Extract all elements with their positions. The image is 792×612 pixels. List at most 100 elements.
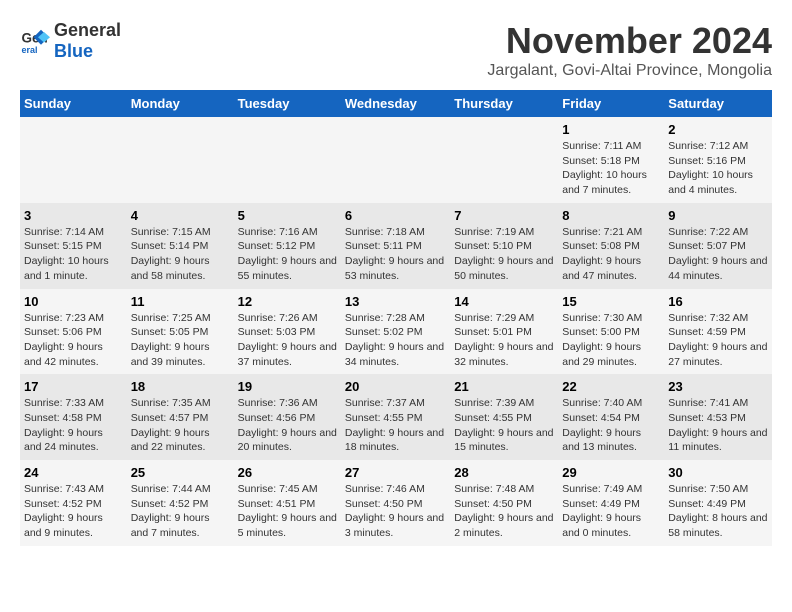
- table-cell: 26 Sunrise: 7:45 AM Sunset: 4:51 PM Dayli…: [234, 460, 341, 546]
- day-info: Sunrise: 7:40 AM Sunset: 4:54 PM Dayligh…: [562, 396, 660, 455]
- day-number: 15: [562, 294, 660, 309]
- day-info: Sunrise: 7:37 AM Sunset: 4:55 PM Dayligh…: [345, 396, 446, 455]
- day-info: Sunrise: 7:48 AM Sunset: 4:50 PM Dayligh…: [454, 482, 554, 541]
- day-number: 12: [238, 294, 337, 309]
- table-cell: 28 Sunrise: 7:48 AM Sunset: 4:50 PM Dayli…: [450, 460, 558, 546]
- table-cell: 23 Sunrise: 7:41 AM Sunset: 4:53 PM Dayli…: [664, 374, 772, 460]
- day-number: 26: [238, 465, 337, 480]
- day-number: 24: [24, 465, 123, 480]
- day-number: 21: [454, 379, 554, 394]
- day-info: Sunrise: 7:49 AM Sunset: 4:49 PM Dayligh…: [562, 482, 660, 541]
- table-cell: 18 Sunrise: 7:35 AM Sunset: 4:57 PM Dayli…: [127, 374, 234, 460]
- day-number: 13: [345, 294, 446, 309]
- table-cell: 16 Sunrise: 7:32 AM Sunset: 4:59 PM Dayli…: [664, 289, 772, 375]
- day-info: Sunrise: 7:45 AM Sunset: 4:51 PM Dayligh…: [238, 482, 337, 541]
- table-cell: 1Sunrise: 7:11 AM Sunset: 5:18 PM Daylig…: [558, 117, 664, 203]
- table-cell: 17Sunrise: 7:33 AM Sunset: 4:58 PM Dayli…: [20, 374, 127, 460]
- day-number: 7: [454, 208, 554, 223]
- day-number: 5: [238, 208, 337, 223]
- table-cell: 27 Sunrise: 7:46 AM Sunset: 4:50 PM Dayli…: [341, 460, 450, 546]
- day-info: Sunrise: 7:30 AM Sunset: 5:00 PM Dayligh…: [562, 311, 660, 370]
- logo: Gen eral General Blue: [20, 20, 121, 62]
- day-info: Sunrise: 7:25 AM Sunset: 5:05 PM Dayligh…: [131, 311, 230, 370]
- day-info: Sunrise: 7:18 AM Sunset: 5:11 PM Dayligh…: [345, 225, 446, 284]
- table-cell: [234, 117, 341, 203]
- day-number: 14: [454, 294, 554, 309]
- day-number: 4: [131, 208, 230, 223]
- table-cell: 29 Sunrise: 7:49 AM Sunset: 4:49 PM Dayli…: [558, 460, 664, 546]
- header-saturday: Saturday: [664, 90, 772, 117]
- table-cell: 8Sunrise: 7:21 AM Sunset: 5:08 PM Daylig…: [558, 203, 664, 289]
- day-number: 16: [668, 294, 768, 309]
- svg-text:eral: eral: [22, 45, 38, 55]
- day-number: 29: [562, 465, 660, 480]
- table-cell: 7Sunrise: 7:19 AM Sunset: 5:10 PM Daylig…: [450, 203, 558, 289]
- calendar-body: 1Sunrise: 7:11 AM Sunset: 5:18 PM Daylig…: [20, 117, 772, 546]
- day-number: 25: [131, 465, 230, 480]
- table-cell: 11 Sunrise: 7:25 AM Sunset: 5:05 PM Dayli…: [127, 289, 234, 375]
- calendar-table: Sunday Monday Tuesday Wednesday Thursday…: [20, 90, 772, 546]
- day-number: 6: [345, 208, 446, 223]
- day-info: Sunrise: 7:35 AM Sunset: 4:57 PM Dayligh…: [131, 396, 230, 455]
- month-title: November 2024: [487, 20, 772, 62]
- title-section: November 2024 Jargalant, Govi-Altai Prov…: [487, 20, 772, 80]
- day-number: 23: [668, 379, 768, 394]
- logo-general: General: [54, 20, 121, 40]
- table-cell: 21 Sunrise: 7:39 AM Sunset: 4:55 PM Dayli…: [450, 374, 558, 460]
- header-thursday: Thursday: [450, 90, 558, 117]
- header-row: Sunday Monday Tuesday Wednesday Thursday…: [20, 90, 772, 117]
- day-info: Sunrise: 7:39 AM Sunset: 4:55 PM Dayligh…: [454, 396, 554, 455]
- day-number: 9: [668, 208, 768, 223]
- day-info: Sunrise: 7:32 AM Sunset: 4:59 PM Dayligh…: [668, 311, 768, 370]
- day-info: Sunrise: 7:50 AM Sunset: 4:49 PM Dayligh…: [668, 482, 768, 541]
- day-info: Sunrise: 7:46 AM Sunset: 4:50 PM Dayligh…: [345, 482, 446, 541]
- day-info: Sunrise: 7:33 AM Sunset: 4:58 PM Dayligh…: [24, 396, 123, 455]
- table-row: 3 Sunrise: 7:14 AM Sunset: 5:15 PM Daylig…: [20, 203, 772, 289]
- header: Gen eral General Blue November 2024 Jarg…: [20, 20, 772, 80]
- day-info: Sunrise: 7:14 AM Sunset: 5:15 PM Dayligh…: [24, 225, 123, 284]
- day-number: 2: [668, 122, 768, 137]
- day-number: 8: [562, 208, 660, 223]
- day-info: Sunrise: 7:36 AM Sunset: 4:56 PM Dayligh…: [238, 396, 337, 455]
- table-cell: 19 Sunrise: 7:36 AM Sunset: 4:56 PM Dayli…: [234, 374, 341, 460]
- table-cell: 9 Sunrise: 7:22 AM Sunset: 5:07 PM Daylig…: [664, 203, 772, 289]
- table-row: 1Sunrise: 7:11 AM Sunset: 5:18 PM Daylig…: [20, 117, 772, 203]
- day-info: Sunrise: 7:26 AM Sunset: 5:03 PM Dayligh…: [238, 311, 337, 370]
- table-cell: [341, 117, 450, 203]
- day-info: Sunrise: 7:22 AM Sunset: 5:07 PM Dayligh…: [668, 225, 768, 284]
- day-number: 20: [345, 379, 446, 394]
- day-number: 27: [345, 465, 446, 480]
- header-wednesday: Wednesday: [341, 90, 450, 117]
- table-cell: 24Sunrise: 7:43 AM Sunset: 4:52 PM Dayli…: [20, 460, 127, 546]
- day-number: 1: [562, 122, 660, 137]
- day-info: Sunrise: 7:23 AM Sunset: 5:06 PM Dayligh…: [24, 311, 123, 370]
- day-number: 28: [454, 465, 554, 480]
- table-cell: 6 Sunrise: 7:18 AM Sunset: 5:11 PM Daylig…: [341, 203, 450, 289]
- table-row: 17Sunrise: 7:33 AM Sunset: 4:58 PM Dayli…: [20, 374, 772, 460]
- table-cell: 5 Sunrise: 7:16 AM Sunset: 5:12 PM Daylig…: [234, 203, 341, 289]
- table-cell: [20, 117, 127, 203]
- day-number: 19: [238, 379, 337, 394]
- day-info: Sunrise: 7:15 AM Sunset: 5:14 PM Dayligh…: [131, 225, 230, 284]
- day-number: 3: [24, 208, 123, 223]
- header-tuesday: Tuesday: [234, 90, 341, 117]
- day-info: Sunrise: 7:41 AM Sunset: 4:53 PM Dayligh…: [668, 396, 768, 455]
- table-cell: 13 Sunrise: 7:28 AM Sunset: 5:02 PM Dayli…: [341, 289, 450, 375]
- day-number: 18: [131, 379, 230, 394]
- table-cell: 14Sunrise: 7:29 AM Sunset: 5:01 PM Dayli…: [450, 289, 558, 375]
- table-cell: 2 Sunrise: 7:12 AM Sunset: 5:16 PM Daylig…: [664, 117, 772, 203]
- table-cell: 20 Sunrise: 7:37 AM Sunset: 4:55 PM Dayli…: [341, 374, 450, 460]
- day-info: Sunrise: 7:16 AM Sunset: 5:12 PM Dayligh…: [238, 225, 337, 284]
- day-info: Sunrise: 7:28 AM Sunset: 5:02 PM Dayligh…: [345, 311, 446, 370]
- header-friday: Friday: [558, 90, 664, 117]
- table-cell: 15 Sunrise: 7:30 AM Sunset: 5:00 PM Dayli…: [558, 289, 664, 375]
- logo-icon: Gen eral: [20, 26, 50, 56]
- table-cell: 3 Sunrise: 7:14 AM Sunset: 5:15 PM Daylig…: [20, 203, 127, 289]
- day-info: Sunrise: 7:12 AM Sunset: 5:16 PM Dayligh…: [668, 139, 768, 198]
- location-title: Jargalant, Govi-Altai Province, Mongolia: [487, 62, 772, 80]
- day-number: 30: [668, 465, 768, 480]
- table-row: 24Sunrise: 7:43 AM Sunset: 4:52 PM Dayli…: [20, 460, 772, 546]
- table-cell: 25Sunrise: 7:44 AM Sunset: 4:52 PM Dayli…: [127, 460, 234, 546]
- day-number: 11: [131, 294, 230, 309]
- table-cell: 4 Sunrise: 7:15 AM Sunset: 5:14 PM Daylig…: [127, 203, 234, 289]
